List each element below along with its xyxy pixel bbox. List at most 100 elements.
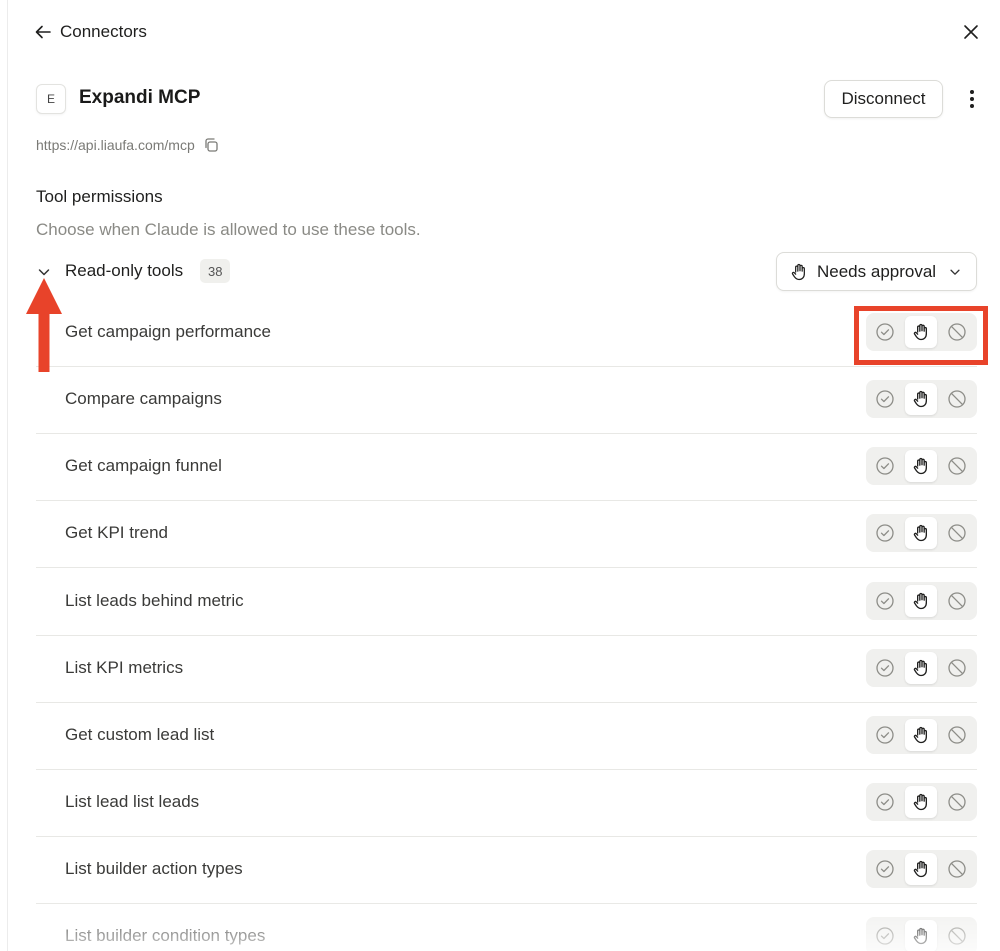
block-icon <box>948 457 966 475</box>
more-vertical-icon <box>970 90 974 108</box>
needs-approval-button[interactable] <box>905 450 937 482</box>
tool-name: List builder condition types <box>65 926 266 945</box>
disconnect-button[interactable]: Disconnect <box>824 80 943 118</box>
tool-permission-toggle <box>866 380 977 418</box>
tool-row: List leads behind metric <box>36 569 977 636</box>
tool-row: List builder condition types <box>36 904 977 951</box>
needs-approval-button[interactable] <box>905 786 937 818</box>
needs-approval-button[interactable] <box>905 920 937 951</box>
allow-always-button[interactable] <box>869 517 901 549</box>
block-icon <box>948 927 966 945</box>
tool-group-count-badge: 38 <box>200 259 231 283</box>
allow-always-button[interactable] <box>869 652 901 684</box>
needs-approval-button[interactable] <box>905 585 937 617</box>
connector-name: Expandi MCP <box>79 87 201 108</box>
annotation-arrow-up <box>26 278 62 372</box>
close-icon <box>964 25 978 39</box>
block-button[interactable] <box>941 719 973 751</box>
allow-always-button[interactable] <box>869 450 901 482</box>
panel-left-border <box>7 0 8 951</box>
tool-permission-toggle <box>866 582 977 620</box>
allow-always-button[interactable] <box>869 786 901 818</box>
block-button[interactable] <box>941 920 973 951</box>
allow-always-button[interactable] <box>869 920 901 951</box>
connector-logo-letter: E <box>46 92 55 106</box>
allow-always-button[interactable] <box>869 585 901 617</box>
block-icon <box>948 726 966 744</box>
allow-always-button[interactable] <box>869 853 901 885</box>
connector-logo: E <box>36 84 66 114</box>
tool-row: Get custom lead list <box>36 703 977 770</box>
tool-permission-toggle <box>866 514 977 552</box>
tool-permission-toggle <box>866 447 977 485</box>
needs-approval-button[interactable] <box>905 517 937 549</box>
tool-permission-toggle <box>866 850 977 888</box>
permissions-title: Tool permissions <box>36 187 163 206</box>
hand-icon <box>913 390 927 408</box>
connector-header: E Expandi MCP Disconnect <box>36 80 982 118</box>
allow-always-button[interactable] <box>869 383 901 415</box>
tool-name: Compare campaigns <box>65 389 222 408</box>
tool-row: List KPI metrics <box>36 636 977 703</box>
tool-row: Get campaign performance <box>36 300 977 367</box>
arrow-left-icon <box>35 25 51 39</box>
hand-icon <box>913 659 927 677</box>
check-circle-icon <box>876 860 894 878</box>
block-icon <box>948 659 966 677</box>
hand-icon <box>913 793 927 811</box>
hand-icon <box>913 457 927 475</box>
hand-icon <box>791 263 805 280</box>
block-button[interactable] <box>941 383 973 415</box>
back-button[interactable]: Connectors <box>34 20 147 44</box>
needs-approval-button[interactable] <box>905 853 937 885</box>
block-icon <box>948 524 966 542</box>
tool-name: Get campaign performance <box>65 322 271 341</box>
allow-always-button[interactable] <box>869 719 901 751</box>
group-policy-dropdown[interactable]: Needs approval <box>776 252 977 291</box>
tool-group-label[interactable]: Read-only tools <box>65 261 183 281</box>
block-button[interactable] <box>941 786 973 818</box>
tool-permission-toggle <box>866 649 977 687</box>
block-icon <box>948 793 966 811</box>
tool-name: List lead list leads <box>65 792 200 811</box>
hand-icon <box>913 927 927 945</box>
block-button[interactable] <box>941 652 973 684</box>
block-button[interactable] <box>941 853 973 885</box>
tool-permission-toggle <box>866 783 977 821</box>
tool-name: Get campaign funnel <box>65 456 222 475</box>
check-circle-icon <box>876 927 894 945</box>
check-circle-icon <box>876 524 894 542</box>
tool-name: List builder action types <box>65 859 243 878</box>
tool-permission-toggle <box>866 917 977 951</box>
needs-approval-button[interactable] <box>905 652 937 684</box>
copy-icon[interactable] <box>203 137 219 153</box>
tool-permission-toggle <box>866 716 977 754</box>
group-policy-label: Needs approval <box>817 261 937 281</box>
permissions-description: Choose when Claude is allowed to use the… <box>36 220 421 239</box>
tool-row: List builder action types <box>36 837 977 904</box>
block-button[interactable] <box>941 450 973 482</box>
tool-name: Get KPI trend <box>65 523 168 542</box>
close-button[interactable] <box>961 22 981 42</box>
check-circle-icon <box>876 592 894 610</box>
check-circle-icon <box>876 457 894 475</box>
block-button[interactable] <box>941 517 973 549</box>
needs-approval-button[interactable] <box>905 719 937 751</box>
block-icon <box>948 390 966 408</box>
annotation-highlight-box <box>854 306 988 365</box>
block-icon <box>948 860 966 878</box>
connector-url-row: https://api.liaufa.com/mcp <box>36 136 219 154</box>
check-circle-icon <box>876 726 894 744</box>
more-options-button[interactable] <box>962 87 982 111</box>
check-circle-icon <box>876 390 894 408</box>
block-button[interactable] <box>941 585 973 617</box>
hand-icon <box>913 524 927 542</box>
block-icon <box>948 592 966 610</box>
hand-icon <box>913 860 927 878</box>
check-circle-icon <box>876 793 894 811</box>
needs-approval-button[interactable] <box>905 383 937 415</box>
chevron-down-icon <box>950 269 960 275</box>
tool-name: Get custom lead list <box>65 725 215 744</box>
check-circle-icon <box>876 659 894 677</box>
hand-icon <box>913 592 927 610</box>
